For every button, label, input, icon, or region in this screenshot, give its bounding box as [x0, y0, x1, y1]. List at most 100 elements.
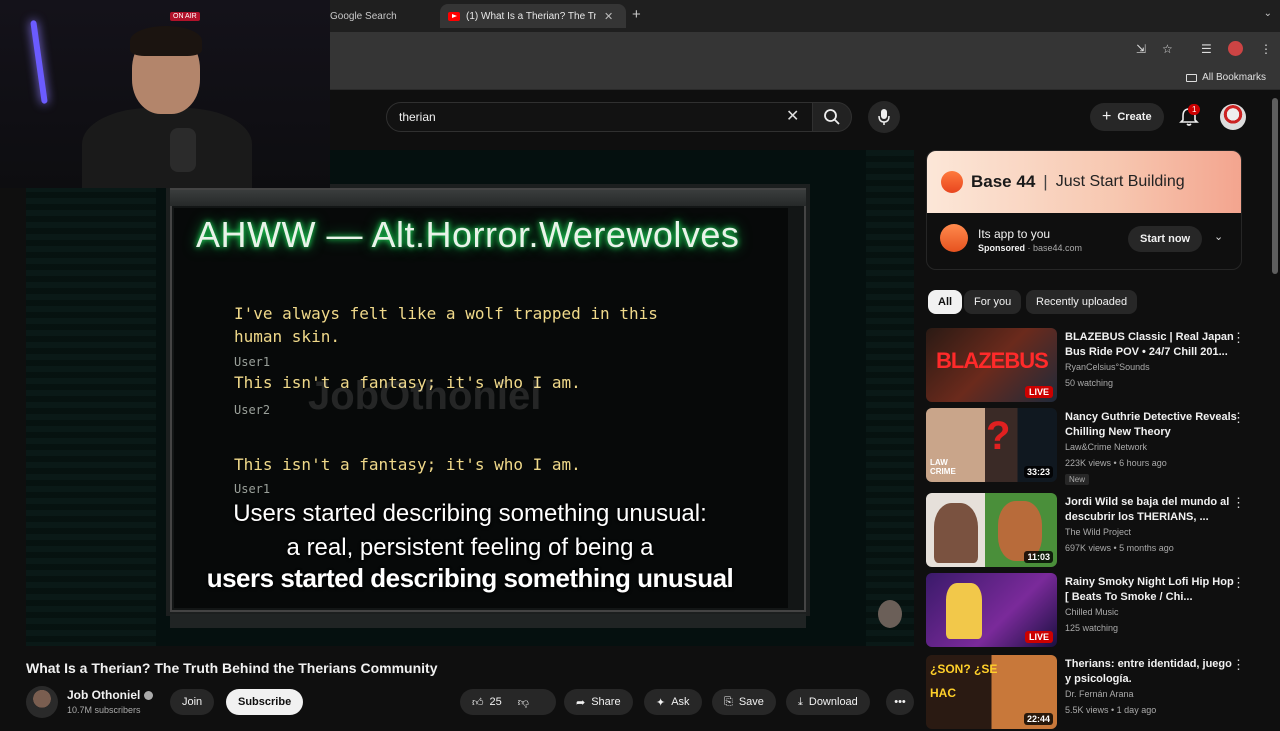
more-options-icon[interactable]: ⋮ [1232, 495, 1245, 511]
recommendation-item[interactable]: LIVE Rainy Smoky Night Lofi Hip Hop [ Be… [926, 573, 1256, 649]
ask-button[interactable]: ✦ Ask [644, 689, 702, 715]
recommendation-item[interactable]: ? LAW CRIME 33:23 Nancy Guthrie Detectiv… [926, 408, 1256, 485]
save-label: Save [738, 696, 764, 708]
recommendation-channel: Chilled Music [1065, 607, 1119, 617]
chip-recently-uploaded[interactable]: Recently uploaded [1026, 290, 1138, 314]
start-now-button[interactable]: Start now [1128, 226, 1203, 252]
recommendation-title: Nancy Guthrie Detective Reveals Chilling… [1065, 411, 1237, 438]
live-badge: LIVE [1024, 386, 1053, 398]
sparkle-icon: ✦ [656, 696, 666, 709]
channel-name-text: Job Othoniel [67, 688, 141, 702]
sponsored-ad-card[interactable]: Base 44 | Just Start Building [926, 150, 1242, 270]
recommendation-channel: Law&Crime Network [1065, 442, 1148, 452]
profile-icon[interactable] [1228, 41, 1243, 56]
download-label: Download [808, 696, 858, 708]
ad-sponsored-line: Sponsored · base44.com [978, 243, 1083, 253]
cartoon-character-graphic [946, 583, 982, 639]
chip-label: All [938, 296, 953, 308]
chip-all[interactable]: All [928, 290, 963, 314]
question-mark-graphic: ? [986, 414, 1011, 458]
more-actions-button[interactable]: ••• [886, 689, 914, 715]
thumbs-down-icon[interactable]: 👎︎ [518, 696, 529, 709]
recommendation-meta: 5.5K views • 1 day ago [1065, 705, 1157, 715]
tab-search-icon[interactable]: ⌄ [1264, 8, 1272, 19]
channel-name[interactable]: Job Othoniel [67, 688, 154, 702]
chip-for-you[interactable]: For you [964, 290, 1022, 314]
streamer-body [82, 108, 252, 188]
video-thumbnail[interactable]: ¿SON? ¿SE HAC 22:44 [926, 655, 1057, 729]
more-options-icon[interactable]: ⋮ [1232, 330, 1245, 346]
ad-banner[interactable]: Base 44 | Just Start Building [927, 151, 1241, 213]
all-bookmarks-button[interactable]: All Bookmarks [1186, 72, 1266, 83]
more-options-icon[interactable]: ⋮ [1232, 575, 1245, 591]
recommendation-channel: Dr. Fernán Arana [1065, 689, 1134, 699]
thumbnail-text: BLAZEBUS [936, 348, 1049, 373]
save-button[interactable]: ⎘ Save [712, 689, 776, 715]
subscriber-count: 10.7M subscribers [67, 705, 141, 715]
more-icon: ••• [894, 696, 906, 708]
streamer-hair [130, 26, 202, 56]
video-thumbnail[interactable]: 11:03 [926, 493, 1057, 567]
base44-logo-icon [941, 171, 963, 193]
voice-search-button[interactable] [868, 101, 900, 133]
chip-label: For you [974, 296, 1012, 308]
subscribe-button[interactable]: Subscribe [226, 689, 304, 715]
ad-brand: Base 44 [971, 172, 1036, 191]
account-avatar[interactable] [1220, 104, 1246, 130]
person-graphic [934, 503, 978, 563]
more-options-icon[interactable]: ⋮ [1232, 410, 1245, 426]
clear-search-icon[interactable]: ✕ [786, 106, 799, 126]
recommendation-channel: The Wild Project [1065, 527, 1132, 537]
microphone-icon [878, 109, 890, 125]
tab-title: (1) What Is a Therian? The Tru [466, 10, 596, 22]
download-button[interactable]: ⤓ Download [786, 689, 870, 715]
recommendation-title: Rainy Smoky Night Lofi Hip Hop [ Beats T… [1065, 576, 1234, 603]
duration-badge: 22:44 [1023, 713, 1053, 725]
create-label: Create [1117, 111, 1152, 123]
chip-label: Recently uploaded [1036, 296, 1128, 308]
recommendation-meta: 223K views • 6 hours ago [1065, 458, 1167, 468]
search-query: therian [399, 110, 436, 124]
share-icon: ➦ [576, 696, 586, 709]
channel-avatar[interactable] [26, 686, 58, 718]
new-badge: New [1065, 474, 1090, 485]
search-input[interactable]: therian [386, 102, 814, 132]
bookmark-star-icon[interactable]: ☆ [1162, 42, 1173, 56]
more-options-icon[interactable]: ⋮ [1232, 657, 1245, 673]
new-tab-button[interactable]: + [632, 6, 641, 23]
search-button[interactable] [812, 102, 852, 132]
reading-list-icon[interactable]: ☰ [1201, 42, 1212, 56]
caption-line: Users started describing something unusu… [233, 500, 707, 527]
video-thumbnail[interactable]: ? LAW CRIME 33:23 [926, 408, 1057, 482]
video-thumbnail[interactable]: LIVE [926, 573, 1057, 647]
share-button[interactable]: ➦ Share [564, 689, 633, 715]
join-label: Join [182, 696, 203, 708]
video-title: What Is a Therian? The Truth Behind the … [26, 660, 438, 676]
recommendation-channel: RyanCelsius°Sounds [1065, 362, 1150, 372]
duration-badge: 33:23 [1023, 466, 1053, 478]
share-label: Share [591, 696, 621, 708]
close-icon[interactable]: ✕ [604, 10, 613, 23]
terminal-username: User2 [234, 403, 271, 417]
recommendation-item[interactable]: 11:03 Jordi Wild se baja del mundo al de… [926, 493, 1256, 569]
ad-separator: | [1043, 172, 1048, 191]
presenter-thumbnail [878, 600, 902, 628]
recommendation-title: BLAZEBUS Classic | Real Japan Bus Ride P… [1065, 331, 1234, 358]
thumbs-up-icon[interactable]: 👍︎ [472, 696, 484, 709]
like-dislike-group: 👍︎ 25 👎︎ [460, 689, 556, 715]
join-button[interactable]: Join [170, 689, 215, 715]
create-button[interactable]: + Create [1090, 103, 1164, 131]
youtube-icon [448, 11, 460, 21]
terminal-username: User1 [234, 355, 271, 369]
chevron-down-icon[interactable]: ⌄ [1214, 230, 1223, 243]
video-thumbnail[interactable]: BLAZEBUS LIVE [926, 328, 1057, 402]
install-icon[interactable]: ⇲ [1136, 42, 1146, 56]
browser-menu-icon[interactable]: ⋮ [1260, 42, 1272, 56]
page-scrollbar[interactable] [1272, 98, 1278, 274]
recommendation-item[interactable]: BLAZEBUS LIVE BLAZEBUS Classic | Real Ja… [926, 328, 1256, 404]
tab-youtube-video[interactable]: (1) What Is a Therian? The Tru ✕ [440, 4, 626, 28]
advertiser-icon [940, 224, 968, 252]
ask-label: Ask [671, 696, 690, 708]
terminal-line: human skin. [234, 327, 340, 346]
neon-light [30, 19, 48, 105]
